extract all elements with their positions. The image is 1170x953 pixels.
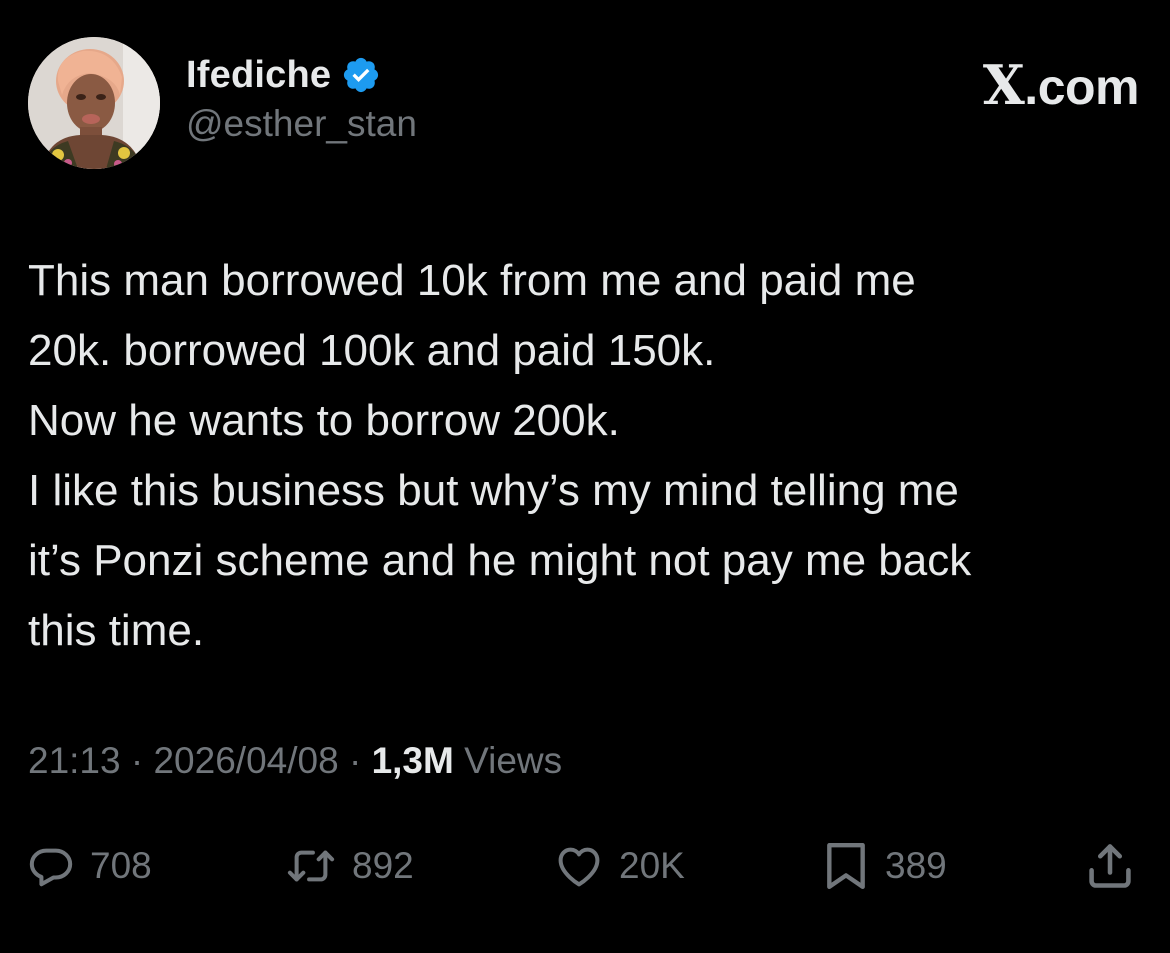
views-label: Views	[453, 740, 563, 781]
meta-separator: ·	[120, 740, 154, 781]
tweet-header: Ifediche @esther_stan X.com	[28, 37, 1142, 172]
x-logo-glyph: X	[982, 53, 1025, 117]
meta-separator: ·	[338, 740, 372, 781]
bookmark-icon	[827, 842, 865, 890]
display-name[interactable]: Ifediche	[186, 54, 331, 97]
like-button[interactable]: 20K	[555, 836, 685, 896]
name-row: Ifediche	[186, 51, 417, 99]
reply-button[interactable]: 708	[28, 836, 152, 896]
share-icon	[1089, 844, 1131, 888]
reply-count: 708	[90, 845, 152, 886]
tweet-meta: 21:13 · 2026/04/08 · 1,3M Views	[28, 740, 562, 782]
tweet-date[interactable]: 2026/04/08	[153, 740, 338, 781]
verified-badge-icon	[341, 55, 381, 95]
like-count: 20K	[619, 845, 685, 886]
action-bar: 708 892 20K 389	[28, 836, 1142, 896]
brand-suffix: .com	[1024, 59, 1139, 115]
user-info: Ifediche @esther_stan	[186, 51, 417, 145]
tweet-time[interactable]: 21:13	[28, 740, 121, 781]
user-handle[interactable]: @esther_stan	[186, 103, 417, 145]
repost-icon	[287, 850, 335, 882]
bookmark-button[interactable]: 389	[823, 836, 947, 896]
share-button[interactable]	[1084, 836, 1136, 896]
reply-icon	[29, 848, 73, 887]
bookmark-count: 389	[885, 845, 947, 886]
repost-count: 892	[352, 845, 414, 886]
avatar-image	[28, 37, 160, 169]
avatar[interactable]	[28, 37, 160, 169]
tweet-text-line: Now he wants to borrow 200k.	[28, 396, 620, 445]
repost-button[interactable]: 892	[286, 836, 414, 896]
tweet-text-line: 20k. borrowed 100k and paid 150k.	[28, 326, 716, 375]
tweet-text-line: This man borrowed 10k from me and paid m…	[28, 256, 916, 305]
tweet-text-line: this time.	[28, 606, 205, 655]
views-count[interactable]: 1,3M	[372, 740, 454, 781]
tweet-text-line: I like this business but why’s my mind t…	[28, 466, 959, 515]
brand-logo: X.com	[982, 53, 1140, 117]
tweet-text-line: it’s Ponzi scheme and he might not pay m…	[28, 536, 972, 585]
heart-icon	[558, 847, 600, 887]
tweet-text: This man borrowed 10k from me and paid m…	[28, 246, 1148, 666]
tweet-card: Ifediche @esther_stan X.com This man bor…	[0, 0, 1170, 953]
